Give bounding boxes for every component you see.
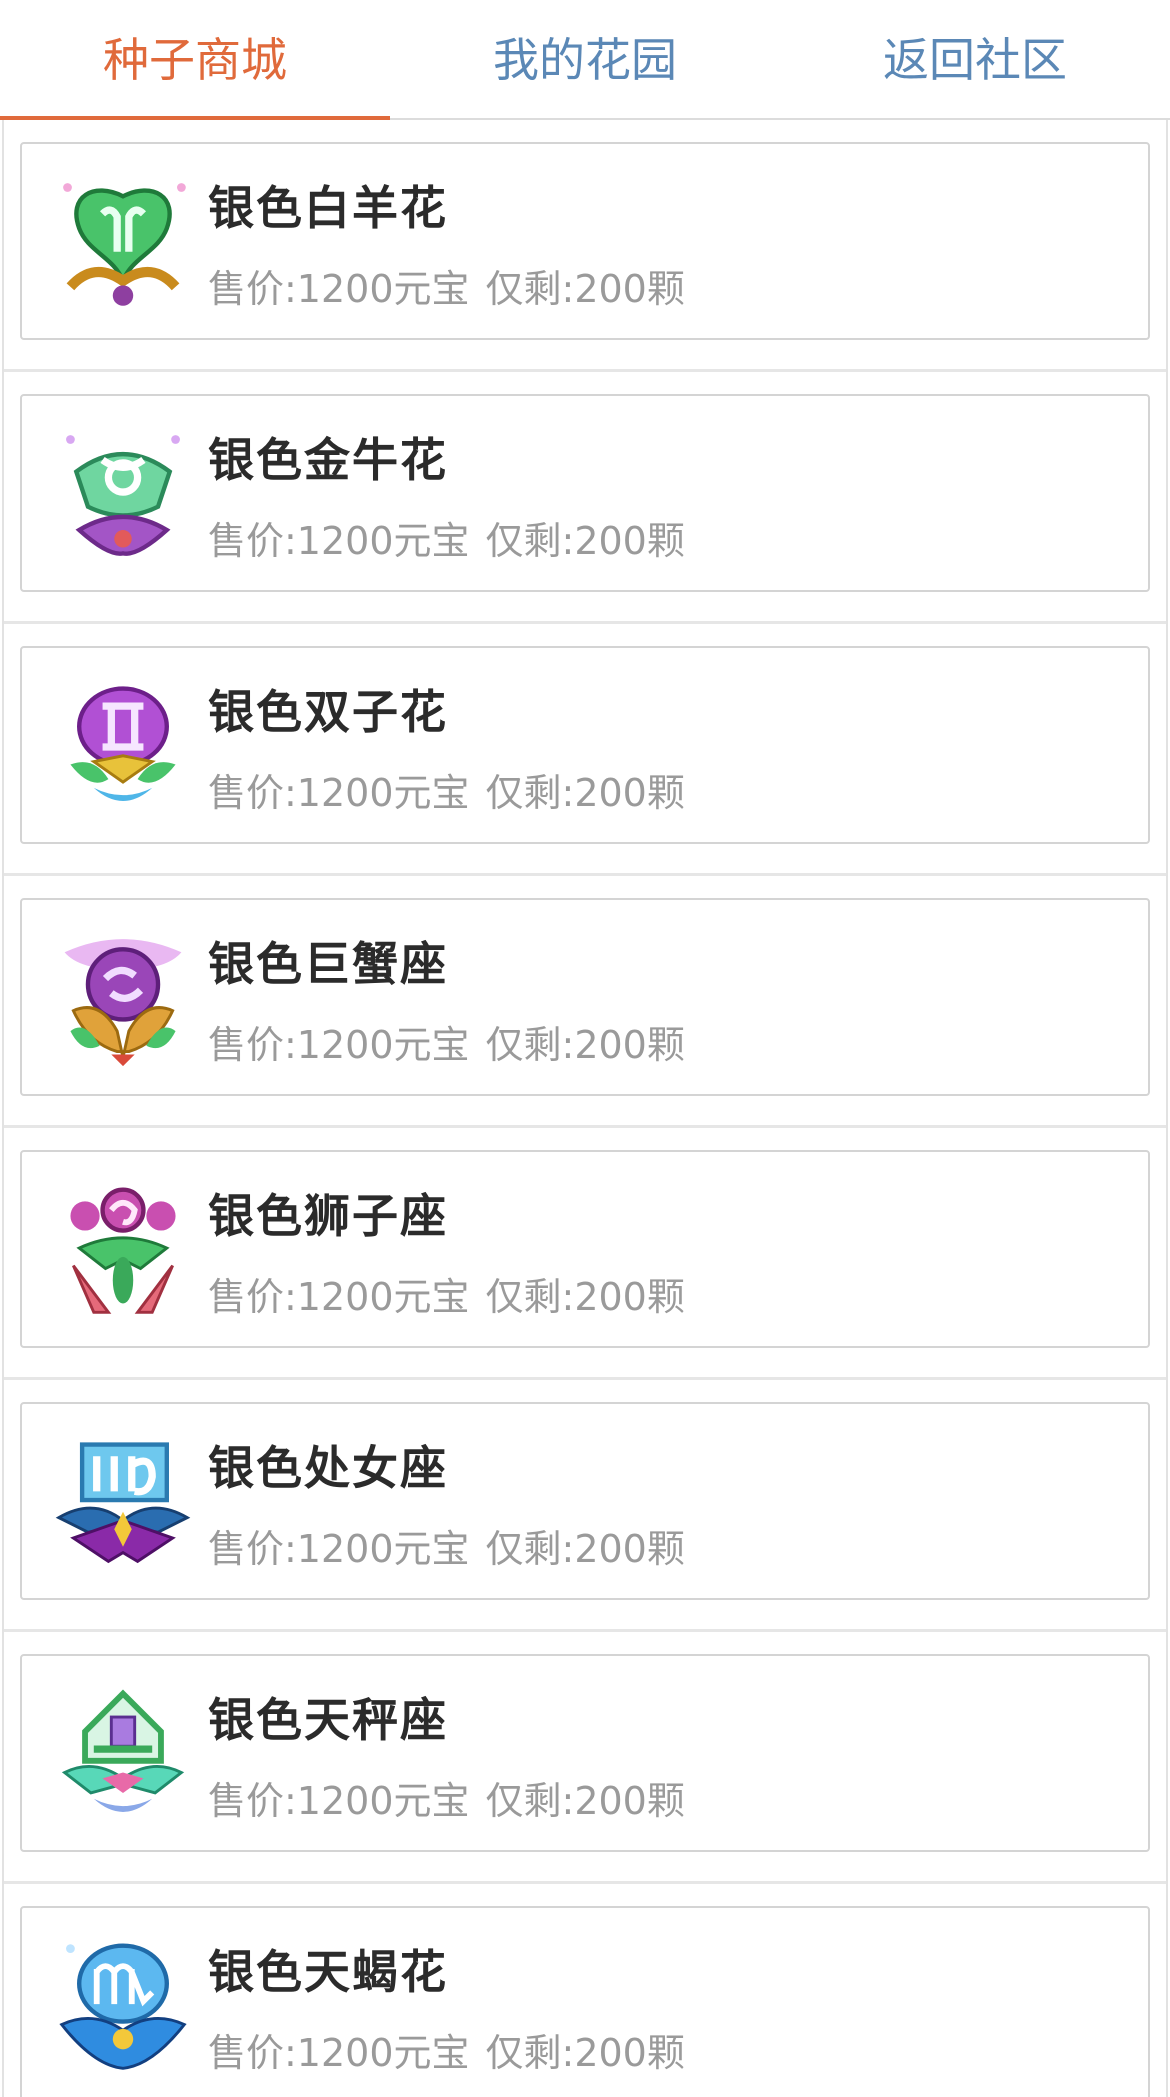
seed-name: 银色白羊花 [208, 181, 448, 235]
tab-seed-shop[interactable]: 种子商城 [0, 0, 390, 120]
seed-price: 售价:1200元宝 [208, 1275, 470, 1319]
seed-price: 售价:1200元宝 [208, 771, 470, 815]
seed-card-virgo[interactable]: 银色处女座 售价:1200元宝 仅剩:200颗 [20, 1402, 1150, 1600]
seed-meta: 售价:1200元宝 仅剩:200颗 [208, 762, 685, 817]
list-item: 银色狮子座 售价:1200元宝 仅剩:200颗 [4, 1128, 1166, 1380]
seed-name: 银色金牛花 [208, 433, 448, 487]
list-item: 银色天蝎花 售价:1200元宝 仅剩:200颗 [4, 1884, 1166, 2097]
seed-card-taurus[interactable]: 银色金牛花 售价:1200元宝 仅剩:200颗 [20, 394, 1150, 592]
seed-remaining: 仅剩:200颗 [485, 1023, 685, 1067]
seed-card-cancer[interactable]: 银色巨蟹座 售价:1200元宝 仅剩:200颗 [20, 898, 1150, 1096]
seed-card-leo[interactable]: 银色狮子座 售价:1200元宝 仅剩:200颗 [20, 1150, 1150, 1348]
seed-meta: 售价:1200元宝 仅剩:200颗 [208, 1014, 685, 1069]
virgo-flower-icon [55, 1442, 191, 1564]
seed-remaining: 仅剩:200颗 [485, 771, 685, 815]
scorpio-flower-icon [59, 1943, 187, 2070]
cancer-flower-icon [64, 939, 182, 1067]
tab-my-garden[interactable]: 我的花园 [390, 0, 780, 118]
seed-remaining: 仅剩:200颗 [485, 1275, 685, 1319]
seed-name: 银色处女座 [208, 1441, 448, 1495]
seed-remaining: 仅剩:200颗 [485, 267, 685, 311]
tab-bar: 种子商城 我的花园 返回社区 [0, 0, 1170, 120]
list-item: 银色天秤座 售价:1200元宝 仅剩:200颗 [4, 1632, 1166, 1884]
seed-list: 银色白羊花 售价:1200元宝 仅剩:200颗 银色金牛花 售价:1200元宝 仅剩… [2, 120, 1168, 2097]
leo-flower-icon [70, 1187, 176, 1314]
seed-meta: 售价:1200元宝 仅剩:200颗 [208, 1518, 685, 1573]
seed-price: 售价:1200元宝 [208, 1779, 470, 1823]
seed-price: 售价:1200元宝 [208, 519, 470, 563]
seed-remaining: 仅剩:200颗 [485, 1779, 685, 1823]
seed-price: 售价:1200元宝 [208, 267, 470, 311]
seed-card-libra[interactable]: 银色天秤座 售价:1200元宝 仅剩:200颗 [20, 1654, 1150, 1852]
seed-remaining: 仅剩:200颗 [485, 519, 685, 563]
seed-card-aries[interactable]: 银色白羊花 售价:1200元宝 仅剩:200颗 [20, 142, 1150, 340]
seed-meta: 售价:1200元宝 仅剩:200颗 [208, 2022, 685, 2077]
list-item: 银色双子花 售价:1200元宝 仅剩:200颗 [4, 624, 1166, 876]
seed-remaining: 仅剩:200颗 [485, 2031, 685, 2075]
seed-meta: 售价:1200元宝 仅剩:200颗 [208, 1770, 685, 1825]
seed-card-scorpio[interactable]: 银色天蝎花 售价:1200元宝 仅剩:200颗 [20, 1906, 1150, 2097]
seed-name: 银色天秤座 [208, 1693, 448, 1747]
tab-back-to-community[interactable]: 返回社区 [780, 0, 1170, 118]
taurus-flower-icon [66, 435, 180, 556]
libra-flower-icon [61, 1689, 185, 1812]
seed-name: 银色狮子座 [208, 1189, 448, 1243]
aries-flower-icon [63, 183, 186, 306]
seed-name: 银色天蝎花 [208, 1945, 448, 1999]
list-item: 银色处女座 售价:1200元宝 仅剩:200颗 [4, 1380, 1166, 1632]
list-item: 银色巨蟹座 售价:1200元宝 仅剩:200颗 [4, 876, 1166, 1128]
seed-price: 售价:1200元宝 [208, 2031, 470, 2075]
seed-remaining: 仅剩:200颗 [485, 1527, 685, 1571]
seed-price: 售价:1200元宝 [208, 1527, 470, 1571]
seed-card-gemini[interactable]: 银色双子花 售价:1200元宝 仅剩:200颗 [20, 646, 1150, 844]
seed-meta: 售价:1200元宝 仅剩:200颗 [208, 510, 685, 565]
seed-meta: 售价:1200元宝 仅剩:200颗 [208, 258, 685, 313]
seed-name: 银色巨蟹座 [208, 937, 448, 991]
list-item: 银色金牛花 售价:1200元宝 仅剩:200颗 [4, 372, 1166, 624]
gemini-flower-icon [70, 686, 176, 802]
list-item: 银色白羊花 售价:1200元宝 仅剩:200颗 [4, 120, 1166, 372]
seed-meta: 售价:1200元宝 仅剩:200颗 [208, 1266, 685, 1321]
seed-price: 售价:1200元宝 [208, 1023, 470, 1067]
seed-name: 银色双子花 [208, 685, 448, 739]
